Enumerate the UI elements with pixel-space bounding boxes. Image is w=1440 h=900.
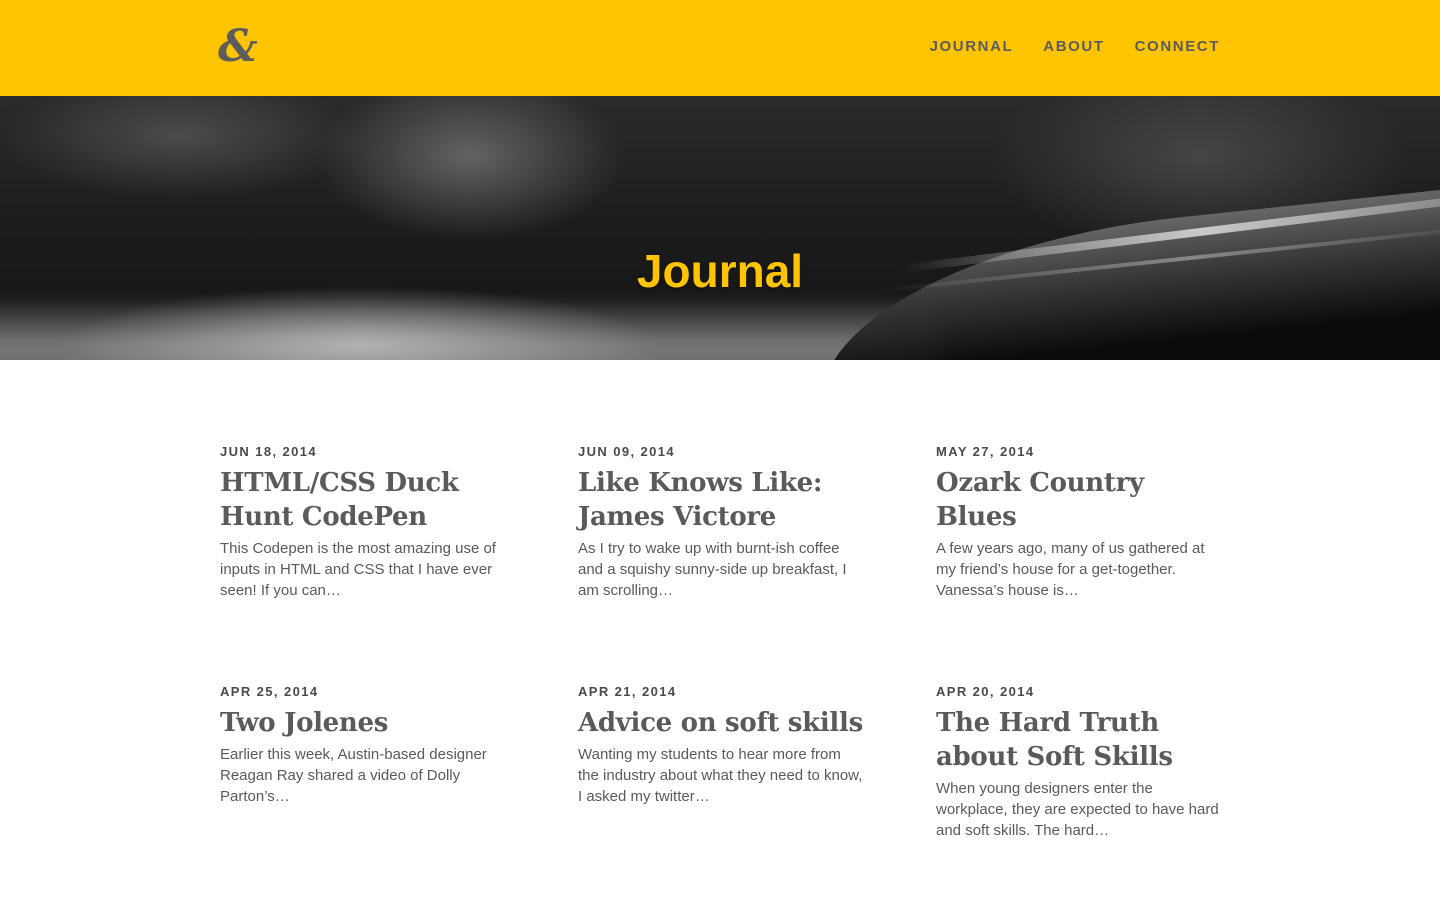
post-card[interactable]: JUN 18, 2014 HTML/CSS Duck Hunt CodePen … (220, 444, 505, 601)
main-nav: JOURNAL ABOUT CONNECT (930, 37, 1220, 57)
post-card[interactable]: APR 21, 2014 Advice on soft skills Wanti… (578, 684, 863, 807)
post-excerpt: When young designers enter the workplace… (936, 780, 1219, 839)
post-title-link[interactable]: Advice on soft skills (578, 706, 863, 740)
hero-banner: Journal (0, 96, 1440, 360)
post-excerpt: Wanting my students to hear more from th… (578, 746, 863, 805)
site-header: & JOURNAL ABOUT CONNECT (0, 0, 1440, 96)
post-excerpt: A few years ago, many of us gathered at … (936, 540, 1205, 599)
post-title-link[interactable]: HTML/CSS Duck Hunt CodePen (220, 466, 505, 534)
post-date: APR 25, 2014 (220, 684, 319, 699)
post-title-link[interactable]: The Hard Truth about Soft Skills (936, 706, 1221, 774)
post-excerpt: As I try to wake up with burnt-ish coffe… (578, 540, 847, 599)
post-date: JUN 18, 2014 (220, 444, 318, 459)
post-card[interactable]: MAY 27, 2014 Ozark Country Blues A few y… (936, 444, 1221, 601)
post-date: JUN 09, 2014 (578, 444, 676, 459)
ampersand-logo[interactable]: & (218, 22, 266, 72)
post-date: MAY 27, 2014 (936, 444, 1035, 459)
post-date: APR 20, 2014 (936, 684, 1035, 699)
page-title: Journal (636, 244, 804, 297)
post-excerpt: This Codepen is the most amazing use of … (220, 540, 496, 599)
post-excerpt: Earlier this week, Austin-based designer… (220, 746, 487, 805)
nav-connect-link[interactable]: CONNECT (1135, 37, 1220, 57)
post-title-link[interactable]: Like Knows Like: James Victore (578, 466, 863, 534)
post-title-link[interactable]: Ozark Country Blues (936, 466, 1221, 534)
post-date: APR 21, 2014 (578, 684, 677, 699)
nav-about-link[interactable]: ABOUT (1043, 37, 1104, 57)
nav-journal-link[interactable]: JOURNAL (930, 37, 1014, 57)
post-card[interactable]: JUN 09, 2014 Like Knows Like: James Vict… (578, 444, 863, 601)
post-title-link[interactable]: Two Jolenes (220, 706, 505, 740)
hero-background-image (0, 296, 940, 360)
post-card[interactable]: APR 25, 2014 Two Jolenes Earlier this we… (220, 684, 505, 807)
post-card[interactable]: APR 20, 2014 The Hard Truth about Soft S… (936, 684, 1221, 841)
